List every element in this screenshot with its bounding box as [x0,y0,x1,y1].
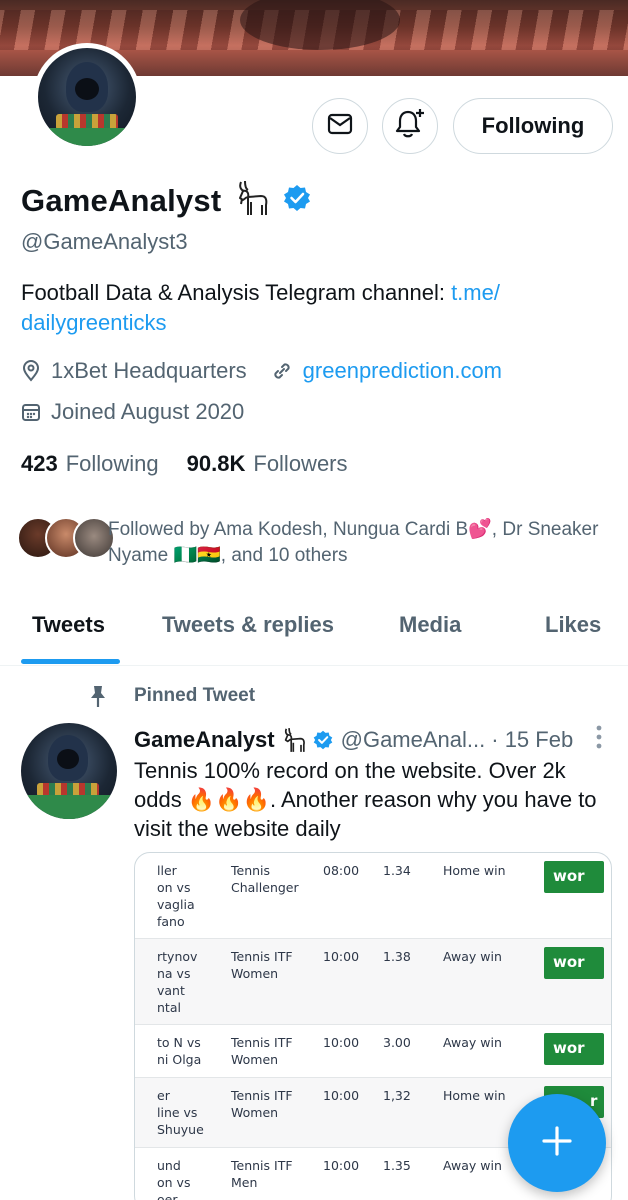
tweet-author-name[interactable]: GameAnalyst [134,727,275,753]
time-cell: 08:00 [323,863,360,878]
league-cell: Tennis ITF Women [231,949,293,981]
tweet-date[interactable]: · 15 Feb [491,727,573,753]
bio-link-part2[interactable]: dailygreenticks [21,310,167,335]
verified-badge-icon[interactable] [283,184,311,217]
league-cell: Tennis Challenger [231,863,299,895]
profile-name: GameAnalyst [21,182,222,218]
league-cell: Tennis ITF Women [231,1088,293,1120]
goat-emoji-icon [279,726,309,754]
tab-tweets-replies[interactable]: Tweets & replies [162,612,334,638]
odds-cell: 1.34 [383,863,411,878]
table-row: to N vs ni Olga Tennis ITF Women 10:00 3… [135,1025,611,1078]
tip-cell: Away win [443,1035,502,1050]
followers-label: Followers [253,451,348,476]
goat-emoji-icon [231,178,273,223]
followers-stat[interactable]: 90.8K Followers [187,451,348,477]
followed-by-avatars[interactable] [17,517,115,559]
tweet-author-handle[interactable]: @GameAnal... [341,727,486,753]
odds-cell: 1,32 [383,1088,411,1103]
odds-cell: 1.38 [383,949,411,964]
following-count: 423 [21,451,58,476]
profile-tabs: Tweets Tweets & replies Media Likes [0,600,628,666]
pinned-tweet-label: Pinned Tweet [134,685,256,706]
pin-icon [88,684,108,708]
profile-bio: Football Data & Analysis Telegram channe… [21,278,611,338]
profile-avatar[interactable] [33,43,141,151]
more-options-icon[interactable] [594,724,604,755]
time-cell: 10:00 [323,1035,360,1050]
following-stat[interactable]: 423 Following [21,451,159,477]
following-button[interactable]: Following [453,98,613,154]
time-cell: 10:00 [323,1088,360,1103]
profile-website[interactable]: greenprediction.com [303,358,502,384]
plus-icon [540,1124,574,1163]
active-tab-indicator [21,659,120,664]
tip-cell: Home win [443,1088,506,1103]
followers-count: 90.8K [186,451,246,476]
time-cell: 10:00 [323,949,360,964]
tweet-avatar[interactable] [21,723,117,819]
tab-likes[interactable]: Likes [545,612,601,638]
tip-cell: Away win [443,1158,502,1173]
link-icon [271,360,293,382]
compose-tweet-button[interactable] [508,1094,606,1192]
profile-handle: @GameAnalyst3 [21,229,188,254]
verified-badge-icon [313,730,333,750]
match-cell: ller on vs vaglia fano [157,863,195,929]
tweet-text: Tennis 100% record on the website. Over … [134,758,597,841]
followed-by-text[interactable]: Followed by Ama Kodesh, Nungua Cardi B💕,… [108,517,618,569]
envelope-icon [327,113,353,140]
result-badge: wor [544,1033,604,1065]
table-row: rtynov na vs vant ntal Tennis ITF Women … [135,939,611,1025]
result-badge: wor [544,861,604,893]
profile-location: 1xBet Headquarters [51,358,247,383]
bio-text: Football Data & Analysis Telegram channe… [21,280,452,305]
league-cell: Tennis ITF Men [231,1158,293,1190]
league-cell: Tennis ITF Women [231,1035,293,1067]
tip-cell: Away win [443,949,502,964]
odds-cell: 3.00 [383,1035,411,1050]
map-pin-icon [21,360,41,382]
bio-link-part1[interactable]: t.me/ [451,280,500,305]
profile-joined: Joined August 2020 [51,399,245,424]
tab-media[interactable]: Media [399,612,461,638]
match-cell: er line vs Shuyue [157,1088,204,1137]
tip-cell: Home win [443,863,506,878]
bell-plus-icon [393,107,427,146]
following-label: Following [65,451,159,476]
match-cell: to N vs ni Olga [157,1035,202,1067]
calendar-icon [21,402,41,422]
time-cell: 10:00 [323,1158,360,1173]
message-button[interactable] [312,98,368,154]
result-badge: wor [544,947,604,979]
notifications-button[interactable] [382,98,438,154]
tab-tweets[interactable]: Tweets [32,612,105,638]
odds-cell: 1.35 [383,1158,411,1173]
match-cell: rtynov na vs vant ntal [157,949,198,1015]
table-row: ller on vs vaglia fano Tennis Challenger… [135,853,611,939]
match-cell: und on vs oer [157,1158,191,1200]
